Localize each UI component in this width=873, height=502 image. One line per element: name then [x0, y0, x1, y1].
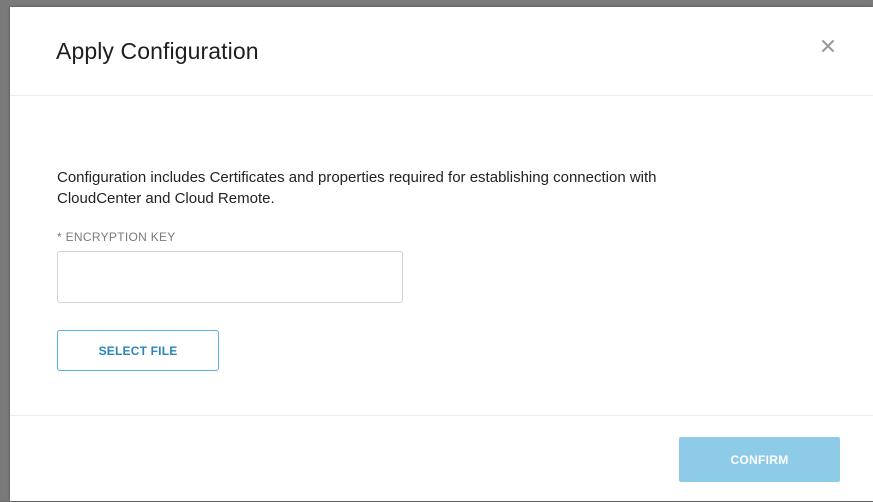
dialog-header: Apply Configuration: [10, 7, 873, 96]
dialog-footer: CONFIRM: [10, 415, 873, 502]
close-button[interactable]: [819, 37, 837, 55]
select-file-button[interactable]: SELECT FILE: [57, 330, 219, 371]
encryption-key-input[interactable]: [57, 251, 403, 303]
dialog-description: Configuration includes Certificates and …: [57, 169, 657, 207]
dialog-title: Apply Configuration: [56, 38, 259, 64]
encryption-key-label: * ENCRYPTION KEY: [57, 230, 176, 244]
dialog-body: Configuration includes Certificates and …: [10, 96, 873, 415]
apply-configuration-dialog: Apply Configuration Configuration includ…: [10, 7, 873, 501]
close-icon: [819, 37, 837, 55]
confirm-button[interactable]: CONFIRM: [679, 437, 840, 482]
